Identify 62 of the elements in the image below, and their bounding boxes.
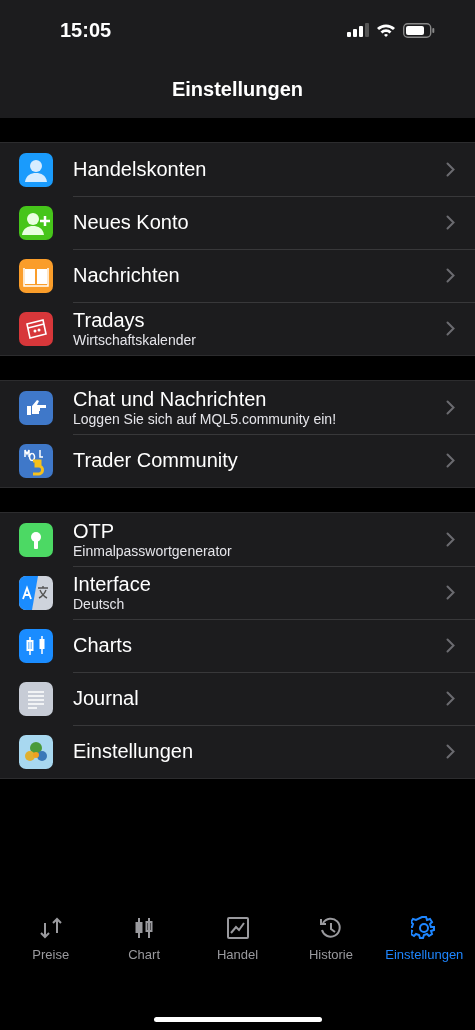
item-subtitle: Deutsch (73, 595, 126, 613)
person-icon (19, 152, 53, 187)
settings-item[interactable]: Interface Deutsch (0, 566, 475, 619)
tab-item[interactable]: Handel (190, 915, 285, 962)
add-person-icon (19, 205, 53, 240)
item-title: Neues Konto (73, 211, 190, 234)
tab-item[interactable]: Historie (284, 915, 378, 962)
app-logo-icon (19, 734, 53, 769)
tab-item[interactable]: Einstellungen (377, 915, 472, 962)
settings-item[interactable]: Nachrichten (0, 249, 475, 302)
keyhole-icon (19, 522, 53, 557)
tab-item[interactable]: Chart (97, 915, 191, 962)
signal-icon (347, 23, 369, 37)
chevron-icon (446, 638, 455, 653)
item-title: Einstellungen (73, 740, 195, 763)
settings-item[interactable]: Neues Konto (0, 196, 475, 249)
chevron-icon (446, 400, 455, 415)
item-title: Interface (73, 572, 152, 596)
chevron-icon (446, 744, 455, 759)
community-logo-icon (19, 443, 53, 478)
item-title: Nachrichten (73, 264, 181, 287)
candlestick-icon (19, 628, 53, 663)
tab-item[interactable]: Preise (4, 915, 98, 962)
settings-item[interactable]: Charts (0, 619, 475, 672)
settings-item[interactable]: Chat und Nachrichten Loggen Sie sich auf MQL5.community ein! (0, 381, 475, 434)
chevron-icon (446, 532, 455, 547)
item-title: Trader Community (73, 449, 239, 472)
settings-icon (411, 915, 438, 941)
settings-item[interactable]: Einstellungen (0, 725, 475, 778)
item-subtitle: Wirtschaftskalender (73, 331, 197, 349)
item-subtitle: Einmalpasswortgenerator (73, 542, 233, 560)
wifi-icon (376, 23, 396, 37)
translate-icon (19, 575, 53, 610)
chevron-icon (446, 268, 455, 283)
page-title: Einstellungen (171, 77, 304, 101)
chevron-icon (446, 453, 455, 468)
settings-item[interactable]: Trader Community (0, 434, 475, 487)
settings-item[interactable]: Journal (0, 672, 475, 725)
item-title: Charts (73, 634, 133, 657)
book-icon (19, 258, 53, 293)
history-icon (317, 915, 344, 941)
calendar-icon (19, 311, 53, 346)
item-title: OTP (73, 519, 116, 543)
item-title: Journal (73, 687, 140, 710)
chevron-icon (446, 691, 455, 706)
settings-item[interactable]: OTP Einmalpasswortgenerator (0, 513, 475, 566)
chevron-icon (446, 162, 455, 177)
item-title: Handelskonten (73, 158, 208, 181)
item-title: Chat und Nachrichten (73, 387, 268, 411)
document-icon (19, 681, 53, 716)
chevron-icon (446, 585, 455, 600)
settings-item[interactable]: Handelskonten (0, 143, 475, 196)
chevron-icon (446, 321, 455, 336)
chart-icon (224, 915, 251, 941)
arrows-icon (37, 915, 64, 941)
battery-icon (403, 22, 435, 38)
settings-item[interactable]: Tradays Wirtschaftskalender (0, 302, 475, 355)
pointing-hand-icon (19, 390, 53, 425)
item-subtitle: Loggen Sie sich auf MQL5.community ein! (73, 410, 338, 428)
status-time: 15:05 (60, 18, 112, 42)
item-title: Tradays (73, 308, 146, 332)
chevron-icon (446, 215, 455, 230)
